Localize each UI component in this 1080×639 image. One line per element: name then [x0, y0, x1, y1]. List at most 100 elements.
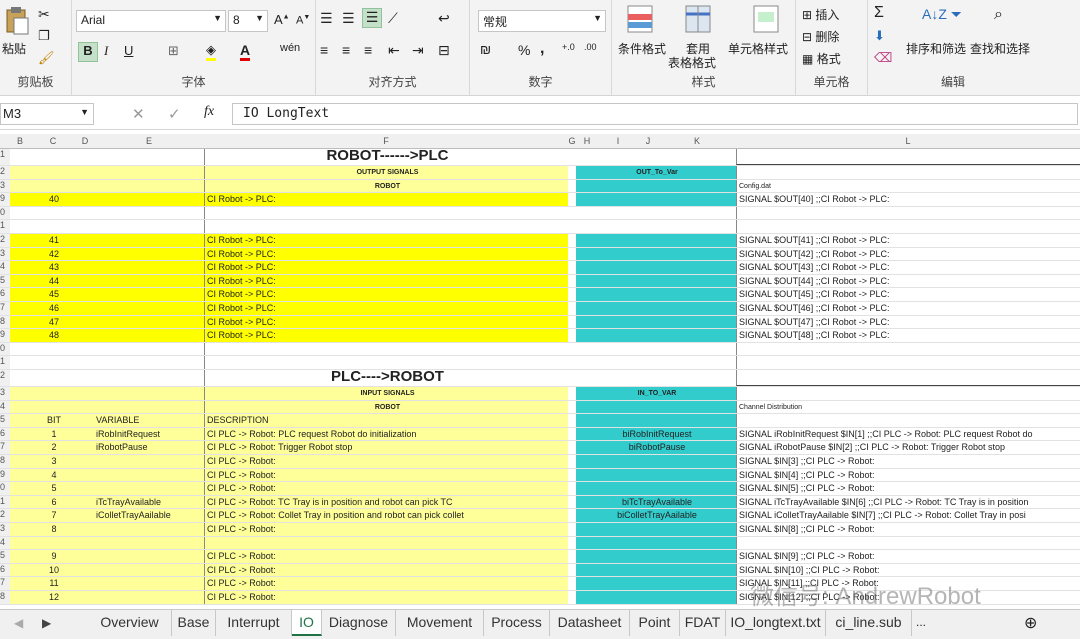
row-number[interactable]: 8	[0, 591, 10, 604]
cancel-icon[interactable]: ✕	[132, 105, 145, 123]
row-number[interactable]: 4	[0, 261, 10, 274]
cell[interactable]: SIGNAL $OUT[44] ;;CI Robot -> PLC:	[736, 274, 1080, 288]
cell[interactable]: SIGNAL $OUT[47] ;;CI Robot -> PLC:	[736, 315, 1080, 329]
currency-icon[interactable]: ₪	[480, 42, 491, 57]
col-header[interactable]: J	[638, 136, 658, 146]
row-number[interactable]: 3	[0, 179, 10, 193]
col-header[interactable]: H	[576, 136, 598, 146]
decrease-decimal-icon[interactable]: .00	[584, 42, 597, 52]
cell[interactable]: 2	[30, 441, 76, 454]
bold-button[interactable]: B	[78, 42, 98, 62]
increase-font-icon[interactable]: A▲	[274, 12, 290, 27]
increase-decimal-icon[interactable]: +.0	[562, 42, 575, 52]
cell[interactable]: DESCRIPTION	[204, 414, 568, 427]
cell[interactable]: 10	[30, 563, 76, 577]
font-color-icon[interactable]: A	[240, 42, 251, 61]
cell[interactable]: SIGNAL iRobInitRequest $IN[1] ;;CI PLC -…	[736, 427, 1080, 441]
row-number[interactable]: 9	[0, 193, 10, 206]
cell[interactable]	[94, 563, 204, 577]
row-number[interactable]: 0	[0, 206, 10, 220]
cell[interactable]	[576, 591, 736, 604]
cell[interactable]: BIT	[30, 414, 76, 427]
cell[interactable]	[576, 261, 736, 274]
cell[interactable]	[94, 536, 204, 550]
cell[interactable]: VARIABLE	[94, 414, 204, 427]
cell[interactable]	[576, 455, 736, 468]
cell[interactable]: SIGNAL $IN[4] ;;CI PLC -> Robot:	[736, 468, 1080, 482]
cell[interactable]	[576, 577, 736, 590]
cell[interactable]	[576, 234, 736, 247]
cell[interactable]: CI PLC -> Robot:	[204, 550, 568, 563]
row-number[interactable]: 7	[0, 441, 10, 454]
cell[interactable]	[576, 315, 736, 329]
decrease-font-icon[interactable]: A▼	[296, 14, 310, 27]
format-button[interactable]: ▦ 格式	[802, 50, 841, 67]
cell[interactable]	[576, 179, 736, 193]
cell[interactable]	[576, 414, 736, 427]
cell[interactable]: SIGNAL $OUT[48] ;;CI Robot -> PLC:	[736, 329, 1080, 342]
phonetic-icon[interactable]: wén	[280, 42, 300, 54]
conditional-format-icon[interactable]	[626, 4, 654, 37]
cell[interactable]	[576, 193, 736, 206]
cell[interactable]: SIGNAL $IN[8] ;;CI PLC -> Robot:	[736, 523, 1080, 536]
cell[interactable]: IN_TO_VAR	[576, 387, 736, 400]
cell[interactable]: iRobInitRequest	[94, 427, 204, 441]
row-number[interactable]: 6	[0, 563, 10, 577]
cell[interactable]: 41	[30, 234, 76, 247]
delete-button[interactable]: ⊟ 删除	[802, 28, 839, 45]
cell[interactable]: CI Robot -> PLC:	[204, 234, 568, 247]
align-top-icon[interactable]: ☰	[320, 10, 333, 27]
cell[interactable]: CI Robot -> PLC:	[204, 193, 568, 206]
next-sheet-icon[interactable]: ▶	[42, 616, 51, 630]
row-number[interactable]: 2	[0, 509, 10, 522]
underline-button[interactable]: U	[124, 43, 133, 58]
cell[interactable]	[576, 247, 736, 261]
sort-filter-icon[interactable]: A↓Z ⏷	[922, 6, 962, 23]
cell[interactable]	[576, 536, 736, 550]
row-number[interactable]: 8	[0, 315, 10, 329]
paste-button[interactable]: 粘贴	[2, 40, 26, 57]
sheet-tab[interactable]: Diagnose	[322, 610, 396, 636]
sheet-tab[interactable]: Process	[484, 610, 550, 636]
cell[interactable]: CI PLC -> Robot:	[204, 577, 568, 590]
fill-icon[interactable]: ⬇	[874, 28, 885, 44]
cell[interactable]	[94, 468, 204, 482]
cell[interactable]	[10, 400, 204, 414]
insert-function-icon[interactable]: fx	[204, 104, 214, 120]
cell[interactable]: 12	[30, 591, 76, 604]
row-number[interactable]: 1	[0, 356, 10, 369]
cell[interactable]: SIGNAL $OUT[46] ;;CI Robot -> PLC:	[736, 302, 1080, 315]
cell[interactable]: SIGNAL $OUT[42] ;;CI Robot -> PLC:	[736, 247, 1080, 261]
cell[interactable]: ROBOT	[204, 400, 568, 414]
cell[interactable]: CI PLC -> Robot:	[204, 468, 568, 482]
cell[interactable]	[204, 220, 568, 233]
more-tabs[interactable]: ...	[916, 615, 926, 629]
cell[interactable]: CI Robot -> PLC:	[204, 247, 568, 261]
name-box[interactable]: M3 ▼	[0, 103, 94, 125]
cell[interactable]: biTcTrayAvailable	[576, 495, 736, 509]
row-number[interactable]: 1	[0, 149, 10, 165]
cell[interactable]: OUTPUT SIGNALS	[204, 166, 568, 179]
col-header[interactable]: G	[568, 136, 576, 146]
comma-button[interactable]: ,	[540, 40, 544, 58]
row-number[interactable]: 3	[0, 387, 10, 400]
cell[interactable]: INPUT SIGNALS	[204, 387, 568, 400]
insert-button[interactable]: ⊞ 插入	[802, 6, 839, 23]
cell[interactable]	[576, 400, 736, 414]
cell[interactable]: 40	[30, 193, 76, 206]
cell[interactable]: CI PLC -> Robot: Trigger Robot stop	[204, 441, 568, 454]
row-number[interactable]: 2	[0, 234, 10, 247]
cell[interactable]	[576, 482, 736, 495]
cell[interactable]: 6	[30, 495, 76, 509]
find-select-button[interactable]: 查找和选择	[970, 40, 1030, 57]
cut-icon[interactable]: ✂	[38, 6, 50, 23]
col-header[interactable]: K	[658, 136, 736, 146]
cell[interactable]	[204, 342, 568, 356]
cell[interactable]: 5	[30, 482, 76, 495]
align-middle-icon[interactable]: ☰	[342, 10, 355, 27]
sheet-tab[interactable]: Interrupt	[216, 610, 292, 636]
cell[interactable]	[576, 550, 736, 563]
cell[interactable]	[94, 482, 204, 495]
cell[interactable]: CI Robot -> PLC:	[204, 302, 568, 315]
row-number[interactable]: 9	[0, 468, 10, 482]
